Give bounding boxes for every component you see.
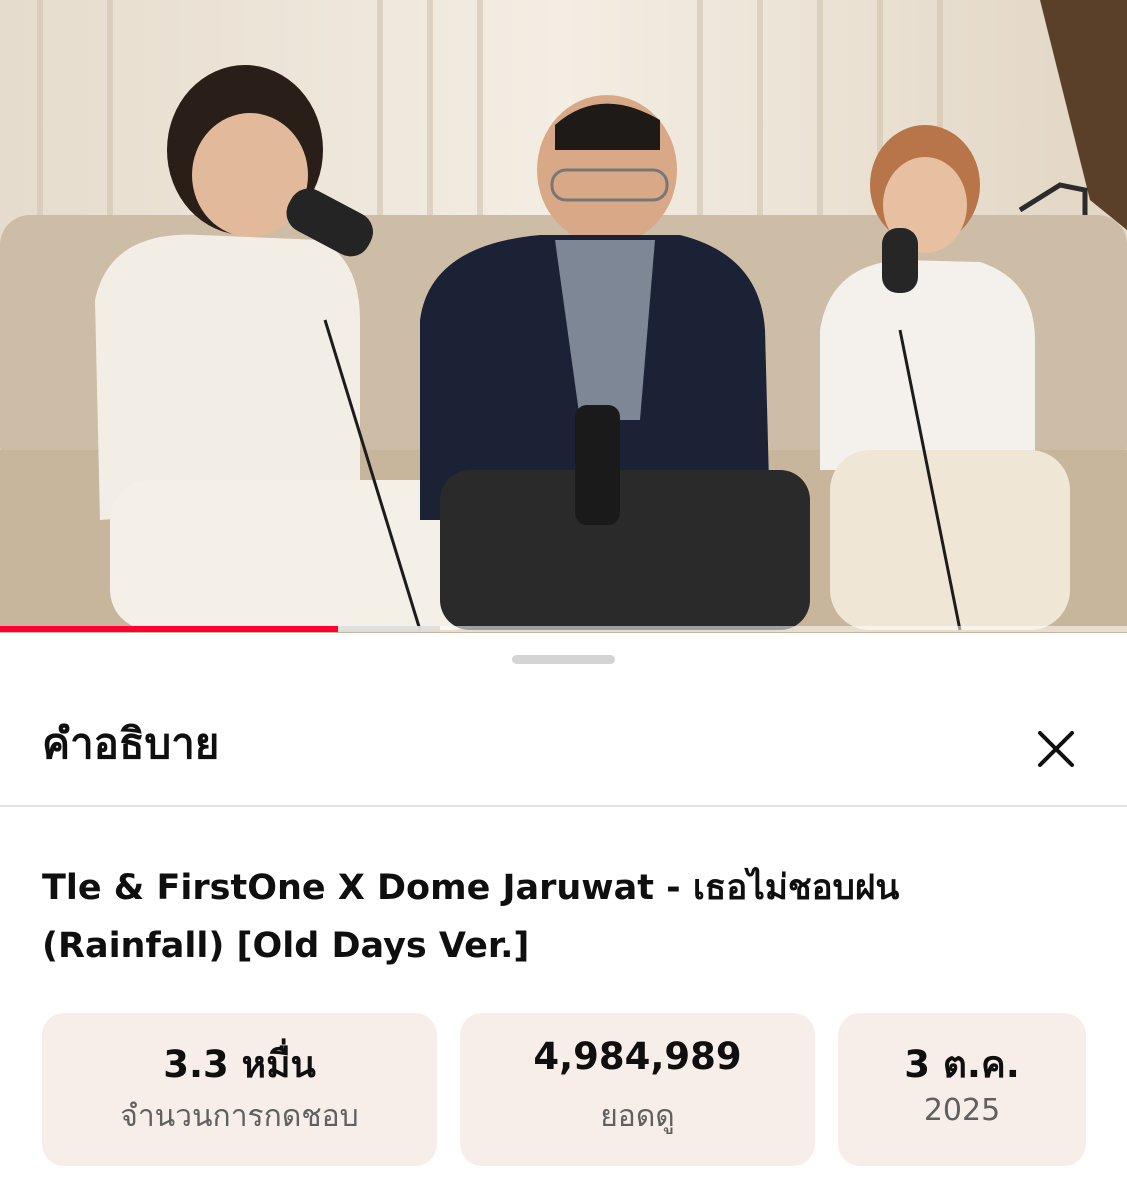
views-label: ยอดดู [600, 1099, 675, 1134]
likes-value: 3.3 หมื่น [163, 1043, 316, 1086]
progress-bar[interactable] [0, 626, 1127, 632]
sheet-title: คำอธิบาย [42, 719, 220, 768]
views-stat: 4,984,989 ยอดดู [460, 1013, 815, 1166]
video-title: Tle & FirstOne X Dome Jaruwat - เธอไม่ชอ… [42, 868, 900, 966]
close-icon [1038, 731, 1074, 767]
views-value: 4,984,989 [533, 1035, 742, 1078]
likes-label: จำนวนการกดชอบ [120, 1099, 359, 1134]
date-year: 2025 [923, 1093, 1001, 1128]
close-button[interactable] [1024, 717, 1088, 781]
description-sheet: คำอธิบาย Tle & FirstOne X Dome Jaruwat -… [0, 633, 1127, 1200]
video-player[interactable] [0, 0, 1127, 633]
date-stat: 3 ต.ค. 2025 [838, 1013, 1086, 1166]
progress-played [0, 626, 339, 632]
sheet-header: คำอธิบาย [0, 693, 1127, 807]
date-value: 3 ต.ค. [904, 1043, 1020, 1086]
video-thumbnail [0, 0, 1127, 633]
drag-handle[interactable] [512, 655, 615, 664]
likes-stat: 3.3 หมื่น จำนวนการกดชอบ [42, 1013, 437, 1166]
